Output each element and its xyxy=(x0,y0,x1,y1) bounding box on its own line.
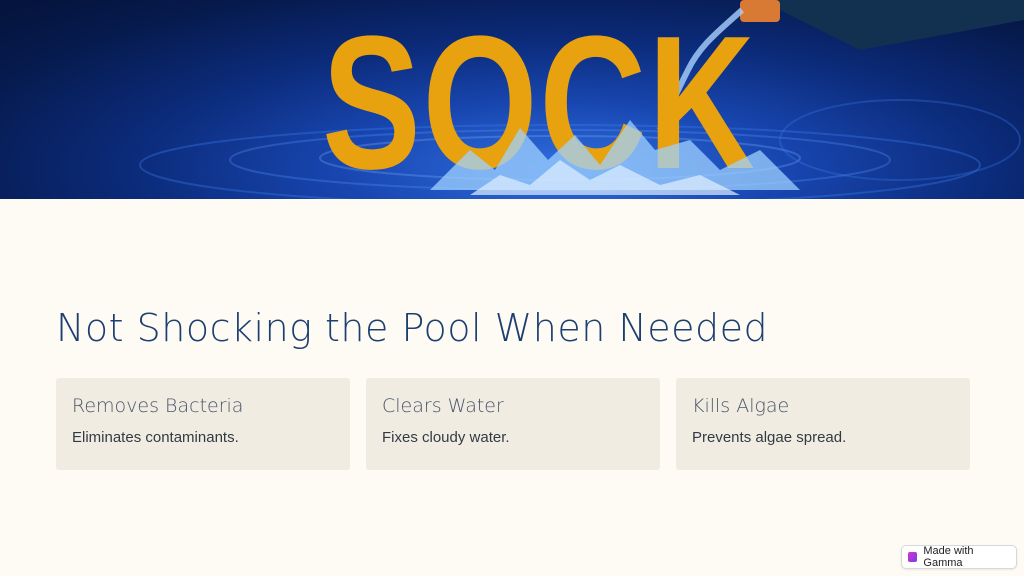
splash-overlay xyxy=(430,120,800,195)
gamma-logo-icon xyxy=(908,552,918,562)
card-text: Fixes cloudy water. xyxy=(382,429,510,446)
card-title: Clears Water xyxy=(382,395,504,417)
hero-image: SOCK xyxy=(0,0,1024,199)
card-removes-bacteria: Removes Bacteria Eliminates contaminants… xyxy=(56,378,350,470)
cards-row: Removes Bacteria Eliminates contaminants… xyxy=(56,378,970,470)
card-kills-algae: Kills Algae Prevents algae spread. xyxy=(676,378,970,470)
card-text: Prevents algae spread. xyxy=(692,429,847,446)
made-with-gamma-badge[interactable]: Made with Gamma xyxy=(901,545,1017,569)
card-text: Eliminates contaminants. xyxy=(72,429,239,446)
card-title: Kills Algae xyxy=(692,395,790,417)
card-title: Removes Bacteria xyxy=(72,395,244,417)
card-clears-water: Clears Water Fixes cloudy water. xyxy=(366,378,660,470)
page-title: Not Shocking the Pool When Needed xyxy=(56,306,769,350)
badge-label: Made with Gamma xyxy=(923,545,974,569)
